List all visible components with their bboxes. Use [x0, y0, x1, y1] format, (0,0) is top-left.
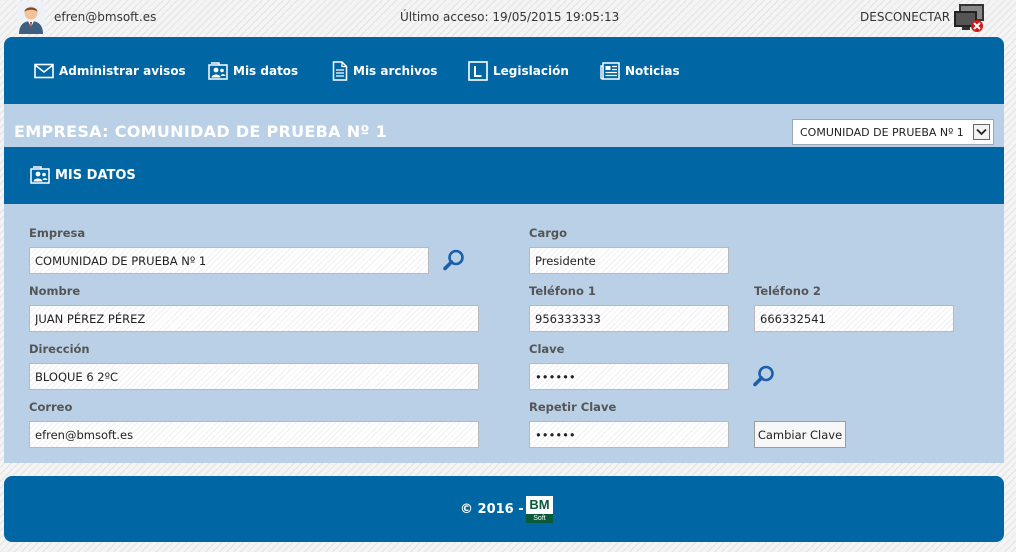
copyright-text: © 2016 - [460, 502, 524, 517]
nav-item-label: Noticias [625, 64, 680, 78]
envelope-icon [34, 63, 54, 79]
nav-item-label: Mis archivos [353, 64, 438, 78]
user-data-form: Empresa Cargo Nombre Teléfono 1 Teléfono… [4, 204, 1004, 463]
correo-label: Correo [29, 400, 73, 414]
user-avatar-icon [17, 2, 45, 34]
telefono1-input[interactable] [529, 305, 729, 332]
bmsoft-logo: BM Soft [526, 496, 553, 523]
direccion-label: Dirección [29, 342, 90, 356]
disconnect-link[interactable]: DESCONECTAR [860, 10, 950, 24]
user-card-icon [208, 62, 228, 80]
nav-item-mis-datos[interactable]: Mis datos [208, 61, 298, 81]
clave-label: Clave [529, 342, 565, 356]
empresa-label: Empresa [29, 226, 86, 240]
cargo-label: Cargo [529, 226, 568, 240]
search-icon[interactable] [442, 248, 466, 272]
telefono2-input[interactable] [754, 305, 954, 332]
chevron-down-icon[interactable] [973, 124, 990, 140]
clave-input[interactable] [529, 363, 729, 390]
user-email: efren@bmsoft.es [54, 10, 157, 24]
logo-bottom-text: Soft [526, 514, 553, 523]
cargo-input[interactable] [529, 247, 729, 274]
section-bar: MIS DATOS [4, 147, 1004, 204]
nav-item-label: Administrar avisos [59, 64, 186, 78]
repetir-clave-label: Repetir Clave [529, 400, 617, 414]
search-icon[interactable] [752, 364, 776, 388]
top-bar: efren@bmsoft.es Último acceso: 19/05/201… [0, 0, 1016, 36]
nav-item-mis-archivos[interactable]: Mis archivos [332, 61, 437, 81]
disconnect-computer-icon[interactable] [952, 2, 986, 34]
section-title: MIS DATOS [30, 166, 136, 184]
nav-item-label: Mis datos [233, 64, 299, 78]
nombre-input[interactable] [29, 305, 479, 332]
direccion-input[interactable] [29, 363, 479, 390]
correo-input[interactable] [29, 421, 479, 448]
newspaper-icon [600, 62, 620, 80]
company-select[interactable]: COMUNIDAD DE PRUEBA Nº 1 [792, 119, 994, 145]
legislation-icon [468, 61, 488, 81]
footer: © 2016 - BM Soft [4, 476, 1004, 542]
logo-top-text: BM [526, 496, 553, 514]
telefono1-label: Teléfono 1 [529, 284, 596, 298]
user-card-icon [30, 166, 50, 184]
change-password-button[interactable]: Cambiar Clave [754, 421, 846, 448]
last-access-text: Último acceso: 19/05/2015 19:05:13 [400, 10, 620, 24]
section-title-label: MIS DATOS [55, 167, 136, 183]
document-icon [332, 61, 348, 81]
nav-item-noticias[interactable]: Noticias [600, 61, 680, 81]
nav-item-administrar-avisos[interactable]: Administrar avisos [34, 61, 186, 81]
main-panel: Administrar avisos Mis datos Mis archivo… [4, 37, 1004, 463]
repetir-clave-input[interactable] [529, 421, 729, 448]
nav-item-label: Legislación [493, 64, 569, 78]
company-select-value: COMUNIDAD DE PRUEBA Nº 1 [800, 125, 964, 139]
empresa-input[interactable] [29, 247, 429, 274]
company-title: EMPRESA: COMUNIDAD DE PRUEBA Nº 1 [14, 122, 388, 141]
company-bar: EMPRESA: COMUNIDAD DE PRUEBA Nº 1 COMUNI… [4, 117, 1004, 147]
nav-item-legislacion[interactable]: Legislación [468, 61, 569, 81]
main-nav: Administrar avisos Mis datos Mis archivo… [4, 37, 1004, 104]
telefono2-label: Teléfono 2 [754, 284, 821, 298]
nombre-label: Nombre [29, 284, 81, 298]
